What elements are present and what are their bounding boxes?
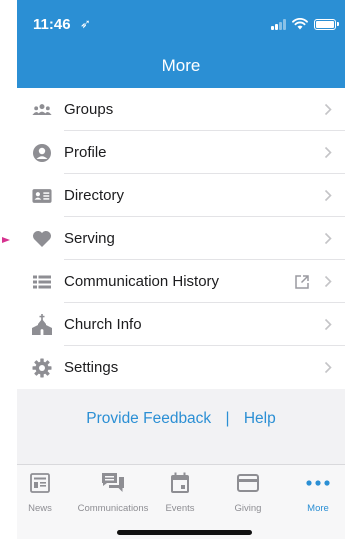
more-dots-icon [285, 471, 345, 495]
menu-item-label: Church Info [64, 316, 142, 333]
chevron-right-icon [323, 232, 333, 246]
tab-label: News [28, 503, 52, 514]
link-separator: | [225, 410, 230, 427]
external-link-icon [293, 273, 311, 291]
gear-icon [32, 358, 52, 378]
pointer-arrow-icon [2, 237, 10, 243]
location-icon: ➶ [80, 16, 91, 31]
chevron-right-icon [323, 103, 333, 117]
chevron-right-icon [323, 361, 333, 375]
tab-communications[interactable]: Communications [77, 471, 149, 514]
menu-item-label: Groups [64, 101, 114, 118]
menu-item-directory[interactable]: Directory [17, 174, 345, 217]
tab-more[interactable]: More [285, 471, 345, 514]
groups-icon [32, 100, 52, 120]
church-icon [32, 313, 52, 335]
calendar-icon [147, 471, 213, 495]
menu-item-label: Serving [64, 230, 115, 247]
battery-icon [314, 18, 336, 30]
tab-label: Giving [234, 503, 262, 514]
tab-news[interactable]: News [17, 471, 73, 514]
chevron-right-icon [323, 318, 333, 332]
chevron-right-icon [323, 275, 333, 289]
menu-item-label: Communication History [64, 273, 220, 290]
page-title: More [161, 56, 201, 75]
tab-events[interactable]: Events [147, 471, 213, 514]
menu-item-label: Profile [64, 144, 107, 161]
card-icon [215, 471, 281, 495]
profile-icon [32, 143, 52, 163]
menu-item-profile[interactable]: Profile [17, 131, 345, 174]
news-icon [17, 471, 73, 495]
tab-label: More [307, 503, 329, 514]
tab-bar: News Communications Events Giving More [17, 464, 345, 539]
menu-item-settings[interactable]: Settings [17, 346, 345, 389]
signal-icon [271, 18, 286, 30]
chevron-right-icon [323, 146, 333, 160]
menu-item-church-info[interactable]: Church Info [17, 303, 345, 346]
more-menu: Groups Profile Directory Serving Communi… [17, 88, 345, 389]
menu-item-communication-history[interactable]: Communication History [17, 260, 345, 303]
tab-label: Events [165, 503, 195, 514]
status-time: 11:46 [33, 16, 71, 33]
tab-giving[interactable]: Giving [215, 471, 281, 514]
status-bar: 11:46 ➶ [17, 0, 345, 44]
menu-item-serving[interactable]: Serving [17, 217, 345, 260]
app-header: 11:46 ➶ More [17, 0, 345, 88]
wifi-icon [292, 18, 308, 30]
heart-icon [32, 229, 52, 249]
list-icon [32, 272, 52, 292]
help-link[interactable]: Help [244, 410, 276, 427]
provide-feedback-link[interactable]: Provide Feedback [86, 410, 211, 427]
footer-links: Provide Feedback | Help [17, 410, 345, 428]
directory-icon [32, 186, 52, 206]
menu-item-label: Directory [64, 187, 125, 204]
chevron-right-icon [323, 189, 333, 203]
tab-label: Communications [77, 503, 149, 514]
menu-item-groups[interactable]: Groups [17, 88, 345, 131]
chat-icon [77, 471, 149, 495]
phone-screen: 11:46 ➶ More Groups Profile Directory Se… [17, 0, 345, 539]
menu-item-label: Settings [64, 359, 119, 376]
status-icons [271, 17, 339, 31]
home-indicator [117, 530, 252, 535]
